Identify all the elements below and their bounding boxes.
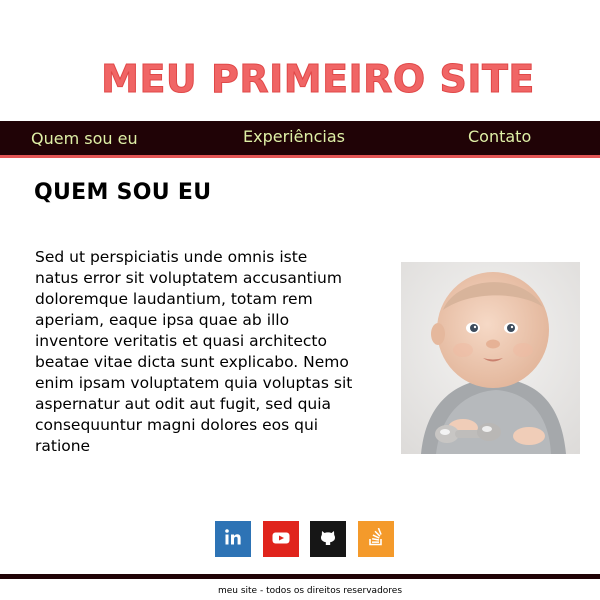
github-button[interactable] [310, 521, 346, 557]
stackoverflow-icon [367, 527, 385, 550]
section-title: QUEM SOU EU [34, 180, 212, 205]
youtube-icon [272, 530, 290, 549]
nav-item-contato[interactable]: Contato [468, 127, 531, 147]
nav-item-experiencias[interactable]: Experiências [243, 127, 345, 147]
nav-item-quem-sou-eu[interactable]: Quem sou eu [31, 129, 138, 149]
footer-divider [0, 574, 600, 579]
stackoverflow-button[interactable] [358, 521, 394, 557]
about-paragraph: Sed ut perspiciatis unde omnis iste natu… [35, 248, 353, 455]
github-icon [319, 528, 337, 550]
main-nav: Quem sou eu Experiências Contato [0, 121, 600, 158]
site-title: MEU PRIMEIRO SITE [101, 57, 535, 102]
page: MEU PRIMEIRO SITE Quem sou eu Experiênci… [0, 0, 600, 600]
social-links [0, 521, 600, 557]
linkedin-icon [224, 528, 242, 550]
footer-copyright: meu site - todos os direitos reservadore… [217, 586, 403, 596]
baby-photo-illustration [401, 262, 580, 454]
linkedin-button[interactable] [215, 521, 251, 557]
youtube-button[interactable] [263, 521, 299, 557]
baby-photo [401, 262, 580, 454]
